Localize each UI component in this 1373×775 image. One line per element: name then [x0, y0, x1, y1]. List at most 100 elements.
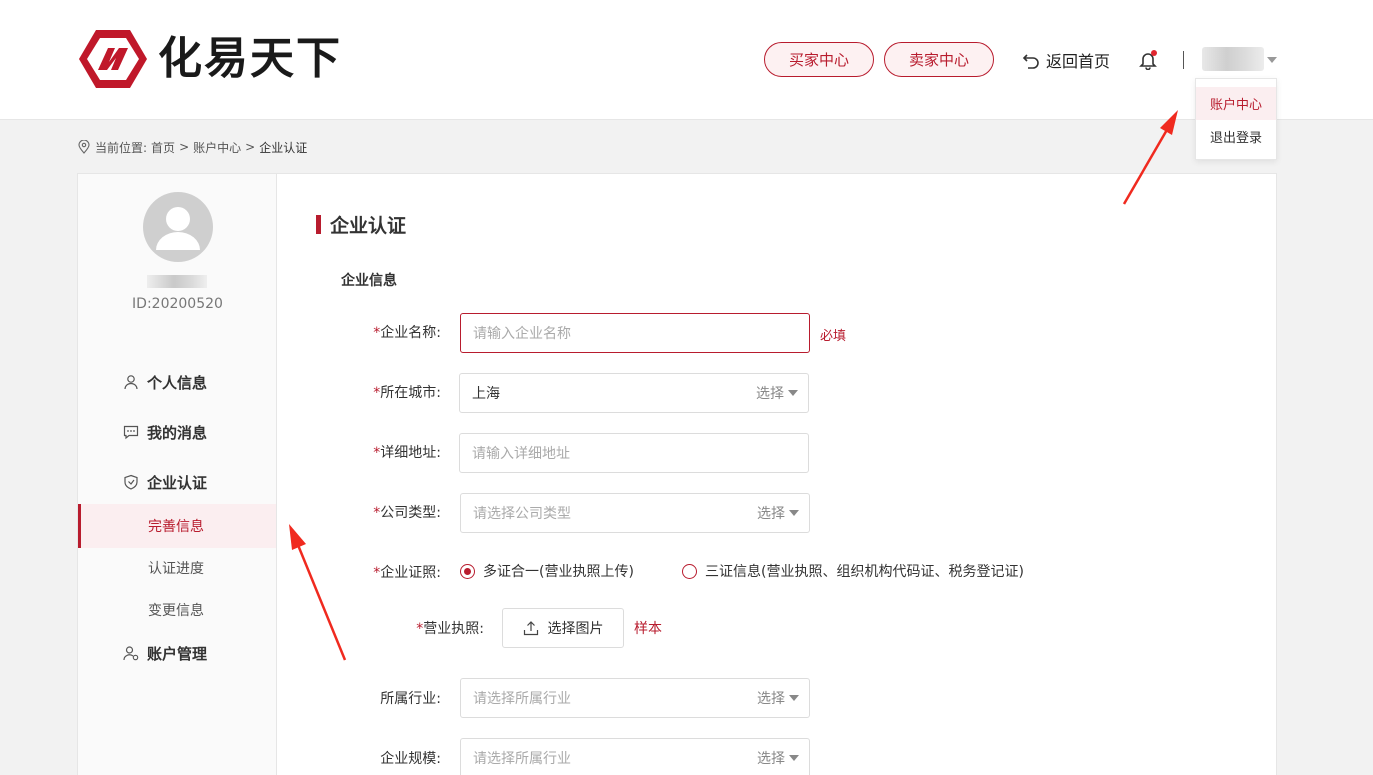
caret-down-icon	[789, 755, 799, 761]
radio-multi-license[interactable]: 多证合一(营业执照上传)	[460, 561, 634, 581]
breadcrumb-prefix: 当前位置:	[95, 140, 148, 155]
sidebar-item-enterprise-cert[interactable]: 企业认证	[123, 470, 207, 494]
scale-select-trigger[interactable]: 选择	[757, 739, 799, 775]
select-label: 选择	[757, 751, 785, 767]
business-license-label-text: 营业执照:	[423, 621, 484, 637]
company-name-label-text: 企业名称:	[380, 325, 441, 341]
upload-icon	[523, 621, 538, 636]
page-title: 企业认证	[316, 212, 407, 237]
sidebar-item-messages[interactable]: 我的消息	[123, 420, 207, 444]
profile-name-blurred	[147, 275, 207, 288]
brand-logo[interactable]: 化易天下	[78, 28, 342, 90]
seller-center-button[interactable]: 卖家中心	[884, 42, 994, 77]
sidebar-item-label: 企业认证	[147, 473, 208, 492]
sidebar-item-label: 账户管理	[147, 644, 208, 663]
breadcrumb-account-center[interactable]: 账户中心	[193, 139, 241, 156]
shield-icon	[124, 474, 138, 490]
industry-placeholder: 请选择所属行业	[473, 691, 571, 707]
industry-label: 所属行业:	[380, 691, 441, 707]
company-type-label-text: 公司类型:	[380, 505, 441, 521]
city-select-trigger[interactable]: 选择	[756, 374, 798, 412]
license-mode-label: *企业证照:	[271, 562, 441, 582]
sidebar-item-label: 我的消息	[147, 423, 208, 442]
radio-three-licenses[interactable]: 三证信息(营业执照、组织机构代码证、税务登记证)	[682, 561, 1024, 581]
user-avatar-icon	[156, 207, 200, 250]
sidebar-item-personal-info[interactable]: 个人信息	[123, 370, 207, 394]
industry-select[interactable]: 请选择所属行业 选择	[460, 678, 810, 718]
caret-down-icon	[788, 390, 798, 396]
caret-down-icon[interactable]	[1267, 57, 1277, 63]
business-license-label: *营业执照:	[314, 618, 484, 638]
radio-label: 三证信息(营业执照、组织机构代码证、税务登记证)	[705, 564, 1024, 580]
notification-bell[interactable]	[1138, 50, 1158, 71]
username-blurred[interactable]	[1202, 47, 1264, 71]
page-title-text: 企业认证	[330, 214, 407, 237]
caret-down-icon	[789, 510, 799, 516]
company-name-input[interactable]: 请输入企业名称	[460, 313, 810, 353]
city-select[interactable]: 上海 选择	[459, 373, 809, 413]
city-label: *所在城市:	[271, 382, 441, 402]
scale-label: 企业规模:	[380, 751, 441, 767]
user-settings-icon	[123, 646, 139, 661]
choose-image-label: 选择图片	[547, 621, 604, 637]
breadcrumb: 当前位置: 首页 > 账户中心 > 企业认证	[78, 138, 311, 156]
sidebar: ID:20200520 个人信息 我的消息 企业认证 完善信息 认证进度 变更信	[78, 174, 277, 775]
breadcrumb-separator: >	[179, 140, 190, 154]
profile-id: ID:20200520	[132, 296, 223, 312]
user-icon	[124, 375, 138, 390]
license-mode-label-text: 企业证照:	[380, 565, 441, 581]
avatar[interactable]	[143, 192, 213, 262]
user-dropdown-menu: 账户中心 退出登录	[1195, 78, 1277, 160]
main-content: 企业认证 企业信息 *企业名称: 请输入企业名称 必填 *所在城市: 上海 选择…	[278, 174, 1276, 775]
address-label-text: 详细地址:	[380, 445, 441, 461]
sample-link[interactable]: 样本	[634, 618, 662, 638]
scale-select[interactable]: 请选择所属行业 选择	[460, 738, 810, 775]
choose-image-button[interactable]: 选择图片	[502, 608, 624, 648]
breadcrumb-current: 企业认证	[259, 140, 308, 155]
city-value: 上海	[472, 386, 500, 402]
location-pin-icon	[78, 140, 90, 154]
company-type-select-trigger[interactable]: 选择	[757, 494, 799, 532]
company-name-placeholder: 请输入企业名称	[473, 326, 571, 342]
address-input[interactable]: 请输入详细地址	[459, 433, 809, 473]
radio-checked-icon[interactable]	[460, 563, 475, 579]
sidebar-subitem-change-info[interactable]: 变更信息	[78, 588, 276, 632]
header-divider	[1183, 51, 1184, 69]
breadcrumb-separator: >	[245, 140, 256, 154]
select-label: 选择	[757, 506, 785, 522]
top-header: 化易天下 买家中心 卖家中心 返回首页	[0, 0, 1373, 120]
breadcrumb-home[interactable]: 首页	[151, 139, 175, 156]
sidebar-subitem-complete-info[interactable]: 完善信息	[78, 504, 276, 548]
brand-name: 化易天下	[158, 33, 342, 84]
section-subtitle: 企业信息	[341, 273, 397, 289]
chat-bubble-icon	[123, 425, 139, 440]
address-placeholder: 请输入详细地址	[472, 446, 570, 462]
menu-item-account-center[interactable]: 账户中心	[1196, 87, 1276, 120]
sidebar-item-account-management[interactable]: 账户管理	[123, 641, 207, 665]
company-type-select[interactable]: 请选择公司类型 选择	[460, 493, 810, 533]
select-label: 选择	[756, 386, 784, 402]
required-hint: 必填	[820, 329, 847, 344]
menu-item-logout[interactable]: 退出登录	[1196, 120, 1276, 153]
buyer-center-button[interactable]: 买家中心	[764, 42, 874, 77]
scale-placeholder: 请选择所属行业	[473, 751, 571, 767]
undo-icon	[1022, 54, 1039, 69]
back-home-label: 返回首页	[1046, 52, 1111, 71]
address-label: *详细地址:	[271, 442, 441, 462]
company-type-label: *公司类型:	[271, 502, 441, 522]
industry-select-trigger[interactable]: 选择	[757, 679, 799, 717]
sidebar-subitem-cert-progress[interactable]: 认证进度	[78, 546, 276, 590]
notification-dot	[1151, 50, 1157, 56]
brand-logo-icon	[79, 30, 147, 88]
city-label-text: 所在城市:	[380, 385, 441, 401]
content-panel: ID:20200520 个人信息 我的消息 企业认证 完善信息 认证进度 变更信	[77, 173, 1277, 775]
title-accent-bar	[316, 214, 321, 234]
radio-unchecked-icon[interactable]	[682, 563, 697, 579]
caret-down-icon	[789, 695, 799, 701]
sidebar-item-label: 个人信息	[147, 373, 208, 392]
select-label: 选择	[757, 691, 785, 707]
back-home-link[interactable]: 返回首页	[1022, 48, 1110, 72]
company-type-placeholder: 请选择公司类型	[473, 506, 571, 522]
company-name-label: *企业名称:	[271, 322, 441, 342]
radio-label: 多证合一(营业执照上传)	[483, 564, 634, 580]
